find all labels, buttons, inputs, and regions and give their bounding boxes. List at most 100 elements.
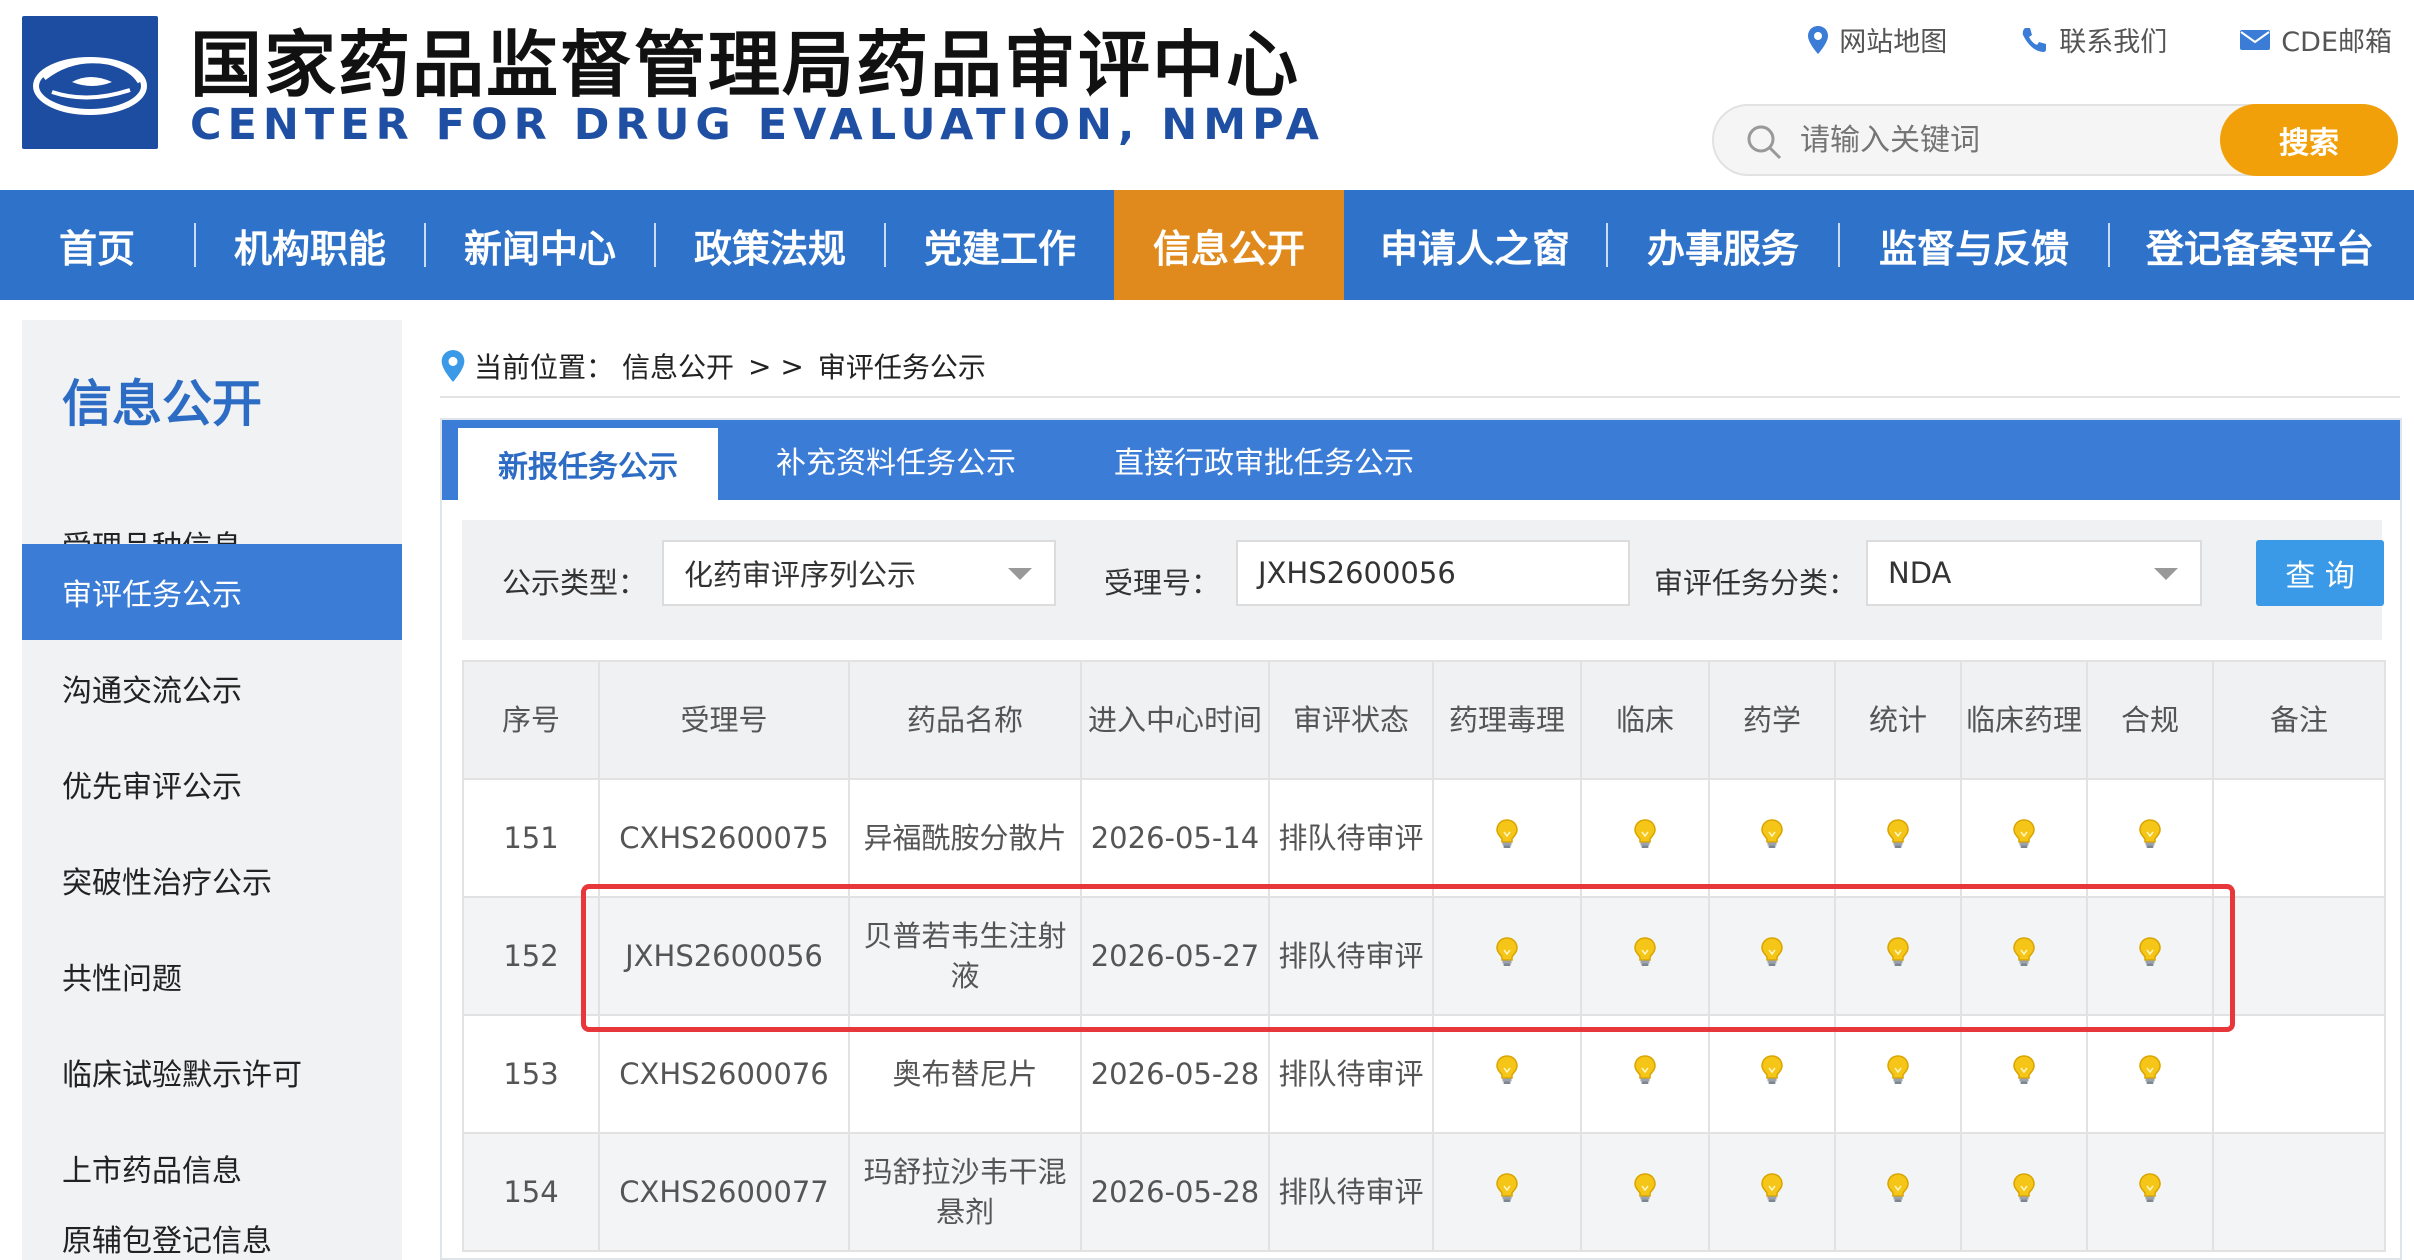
cell-review-dept — [2086, 896, 2214, 1016]
cell-no: 154 — [462, 1132, 600, 1252]
lightbulb-icon — [2011, 1054, 2037, 1096]
cell-acceptance-no[interactable]: CXHS2600075 — [598, 778, 850, 898]
lightbulb-icon — [1632, 936, 1658, 978]
cell-review-dept — [1834, 1014, 1962, 1134]
table-row: 153 CXHS2600076 奥布替尼片 2026-05-28 排队待审评 — [462, 1014, 2386, 1134]
nav-party[interactable]: 党建工作 — [886, 190, 1114, 300]
nav-news[interactable]: 新闻中心 — [426, 190, 654, 300]
cell-review-dept — [1432, 778, 1582, 898]
cell-entry-date: 2026-05-14 — [1080, 778, 1270, 898]
cell-acceptance-no[interactable]: CXHS2600076 — [598, 1014, 850, 1134]
sidebar-item-communication[interactable]: 沟通交流公示 — [22, 640, 402, 736]
sidebar-title: 信息公开 — [62, 375, 262, 433]
cell-no: 153 — [462, 1014, 600, 1134]
category-label: 审评任务分类： — [1654, 566, 1858, 600]
search-button[interactable]: 搜索 — [2220, 104, 2398, 176]
col-header-pharmtox: 药理毒理 — [1432, 660, 1582, 780]
sidebar-item-excipient-registration[interactable]: 原辅包登记信息 — [22, 1216, 402, 1260]
search-input[interactable] — [1800, 116, 2220, 164]
cell-no: 151 — [462, 778, 600, 898]
nav-applicant[interactable]: 申请人之窗 — [1344, 190, 1606, 300]
breadcrumb-section[interactable]: 信息公开 — [622, 346, 734, 386]
review-task-table: 序号 受理号 药品名称 进入中心时间 审评状态 药理毒理 临床 药学 统计 临床… — [462, 660, 2386, 1252]
cde-logo[interactable] — [22, 16, 158, 149]
nav-services[interactable]: 办事服务 — [1608, 190, 1838, 300]
chevron-down-icon — [1008, 568, 1032, 580]
sidebar-item-priority-review[interactable]: 优先审评公示 — [22, 736, 402, 832]
cell-review-dept — [1432, 1132, 1582, 1252]
lightbulb-icon — [1494, 1172, 1520, 1214]
lightbulb-icon — [1494, 818, 1520, 860]
contact-link[interactable]: 联系我们 — [2019, 20, 2167, 59]
col-header-clinical: 临床 — [1580, 660, 1710, 780]
tab-direct-approval-tasks[interactable]: 直接行政审批任务公示 — [1056, 420, 1454, 500]
cell-acceptance-no[interactable]: CXHS2600077 — [598, 1132, 850, 1252]
col-header-status: 审评状态 — [1268, 660, 1434, 780]
sitemap-link[interactable]: 网站地图 — [1807, 20, 1947, 59]
site-title-cn: 国家药品监督管理局药品审评中心 — [190, 23, 1301, 107]
nav-home[interactable]: 首页 — [0, 190, 194, 300]
cell-review-dept — [1960, 896, 2088, 1016]
table-header-row: 序号 受理号 药品名称 进入中心时间 审评状态 药理毒理 临床 药学 统计 临床… — [462, 660, 2386, 780]
cell-review-dept — [2086, 778, 2214, 898]
breadcrumb-divider — [440, 396, 2400, 398]
lightbulb-icon — [1494, 936, 1520, 978]
lightbulb-icon — [2011, 818, 2037, 860]
cell-status: 排队待审评 — [1268, 778, 1434, 898]
col-header-statistics: 统计 — [1834, 660, 1962, 780]
lightbulb-icon — [2137, 936, 2163, 978]
acceptance-label: 受理号： — [1104, 566, 1221, 600]
sidebar-item-common-issues[interactable]: 共性问题 — [22, 928, 402, 1024]
query-button[interactable]: 查 询 — [2256, 540, 2384, 606]
location-pin-icon — [441, 350, 465, 382]
cell-entry-date: 2026-05-28 — [1080, 1014, 1270, 1134]
sidebar-item-review-tasks[interactable]: 审评任务公示 — [22, 544, 402, 640]
top-links: 网站地图 联系我们 CDE邮箱 — [1807, 20, 2392, 59]
cell-review-dept — [1960, 1014, 2088, 1134]
lightbulb-icon — [1632, 1054, 1658, 1096]
cell-review-dept — [2086, 1132, 2214, 1252]
lightbulb-icon — [1759, 936, 1785, 978]
type-select[interactable]: 化药审评序列公示 — [662, 540, 1056, 606]
table-row: 154 CXHS2600077 玛舒拉沙韦干混悬剂 2026-05-28 排队待审评 — [462, 1132, 2386, 1252]
content-panel: 新报任务公示 补充资料任务公示 直接行政审批任务公示 公示类型： 化药审评序列公… — [440, 418, 2402, 1260]
cell-review-dept — [1708, 896, 1836, 1016]
search-bar: 搜索 — [1712, 104, 2398, 176]
col-header-entry-date: 进入中心时间 — [1080, 660, 1270, 780]
cell-review-dept — [1432, 896, 1582, 1016]
cell-acceptance-no[interactable]: JXHS2600056 — [598, 896, 850, 1016]
cell-no: 152 — [462, 896, 600, 1016]
acceptance-input-value: JXHS2600056 — [1258, 556, 1456, 590]
acceptance-input[interactable]: JXHS2600056 — [1236, 540, 1630, 606]
task-tabs: 新报任务公示 补充资料任务公示 直接行政审批任务公示 — [442, 420, 2400, 500]
cell-review-dept — [1708, 778, 1836, 898]
tab-new-tasks[interactable]: 新报任务公示 — [458, 428, 718, 500]
tab-supplement-tasks[interactable]: 补充资料任务公示 — [718, 420, 1056, 500]
nav-policy[interactable]: 政策法规 — [656, 190, 884, 300]
cell-remark — [2212, 1014, 2386, 1134]
chevron-down-icon — [2154, 568, 2178, 580]
phone-icon — [2023, 27, 2047, 52]
cell-remark — [2212, 1132, 2386, 1252]
cde-mail-link[interactable]: CDE邮箱 — [2239, 20, 2392, 59]
cell-review-dept — [1580, 778, 1710, 898]
nav-functions[interactable]: 机构职能 — [196, 190, 424, 300]
lightbulb-icon — [2011, 936, 2037, 978]
sidebar-item-marketed-drugs[interactable]: 上市药品信息 — [22, 1120, 402, 1216]
cell-status: 排队待审评 — [1268, 1014, 1434, 1134]
nav-feedback[interactable]: 监督与反馈 — [1840, 190, 2108, 300]
lightbulb-icon — [2137, 1054, 2163, 1096]
cell-remark — [2212, 896, 2386, 1016]
cell-review-dept — [1580, 896, 1710, 1016]
nav-info-public[interactable]: 信息公开 — [1114, 190, 1344, 300]
sidebar-item-breakthrough[interactable]: 突破性治疗公示 — [22, 832, 402, 928]
nav-registration[interactable]: 登记备案平台 — [2110, 190, 2410, 300]
lightbulb-icon — [2137, 818, 2163, 860]
col-header-drug-name: 药品名称 — [848, 660, 1082, 780]
lightbulb-icon — [1759, 818, 1785, 860]
sidebar: 信息公开 受理品种信息 审评任务公示 沟通交流公示 优先审评公示 突破性治疗公示… — [22, 320, 402, 1260]
lightbulb-icon — [1759, 1054, 1785, 1096]
lightbulb-icon — [1885, 818, 1911, 860]
sidebar-item-implied-license[interactable]: 临床试验默示许可 — [22, 1024, 402, 1120]
category-select[interactable]: NDA — [1866, 540, 2202, 606]
